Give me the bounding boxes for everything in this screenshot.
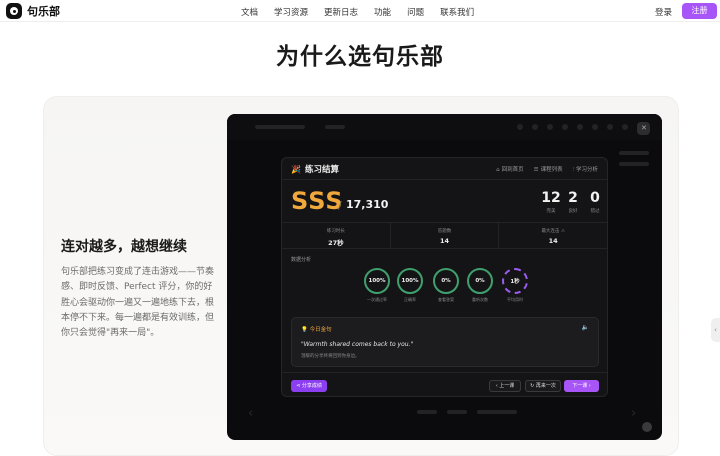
blurred-icon <box>517 124 523 130</box>
ring-label: 查看答案 <box>438 297 454 302</box>
blurred-text <box>619 162 649 166</box>
top-nav: 句乐部 文档 学习资源 更新日志 功能 问题 联系我们 登录 注册 <box>0 0 720 22</box>
ring-accuracy: 100% 正确率 <box>396 268 424 303</box>
chart-icon: ⫶ <box>572 167 574 173</box>
blurred-text <box>325 125 345 129</box>
ring-label: 平均用时 <box>507 297 523 302</box>
ring-value: 1秒 <box>502 268 528 294</box>
page-title: 为什么选句乐部 <box>276 44 444 70</box>
feature-title: 连对越多，越想继续 <box>61 239 187 255</box>
feature-description: 句乐部把练习变成了连击游戏——节奏感、即时反馈、Perfect 评分，你的好胜心… <box>61 267 215 339</box>
home-icon: ⌂ <box>496 167 500 173</box>
close-button[interactable]: ✕ <box>637 122 650 135</box>
blurred-icon <box>547 124 553 130</box>
blurred-text <box>255 125 305 129</box>
blurred-icon <box>607 124 613 130</box>
blurred-text <box>417 410 437 414</box>
stat-value: 14 <box>439 237 450 245</box>
course-list-link[interactable]: ☰ 课程列表 <box>534 165 563 174</box>
nav-item-features[interactable]: 功能 <box>374 6 391 18</box>
share-button[interactable]: ⋖ 分享成绩 <box>291 380 327 392</box>
daily-quote: 💡 今日金句 🔈 "Warmth shared comes back to yo… <box>291 317 599 367</box>
nav-item-changelog[interactable]: 更新日志 <box>324 6 358 18</box>
grade: SSS <box>291 187 344 215</box>
stat-value: 14 <box>548 237 558 245</box>
blurred-icon <box>532 124 538 130</box>
signup-button[interactable]: 注册 <box>682 3 717 19</box>
help-icon[interactable] <box>642 422 652 432</box>
share-label: 分享成绩 <box>301 383 322 389</box>
nav-item-faq[interactable]: 问题 <box>407 6 424 18</box>
modal-title: 🎉 练习结算 <box>291 163 339 176</box>
result-modal: 🎉 练习结算 ⌂ 回到首页 ☰ 课程列表 ⫶ 学习分析 SSS / 17,310 12… <box>281 157 608 397</box>
nav-item-contact[interactable]: 联系我们 <box>440 6 474 18</box>
blurred-icon <box>592 124 598 130</box>
logo-icon <box>6 3 22 19</box>
party-popper-icon: 🎉 <box>291 164 301 174</box>
close-icon: ✕ <box>641 124 647 132</box>
ring-first-pass: 100% 一次通过率 <box>363 268 391 303</box>
home-link-label: 回到首页 <box>501 167 524 173</box>
analysis-label: 学习分析 <box>575 167 598 173</box>
modal-links: ⌂ 回到首页 ☰ 课程列表 ⫶ 学习分析 <box>496 165 598 174</box>
ring-label: 正确率 <box>404 297 416 302</box>
login-link[interactable]: 登录 <box>655 6 672 18</box>
ring-show-answer: 0% 查看答案 <box>432 268 460 303</box>
stat-max-combo: 最大连击 ⚠ 14 <box>499 223 607 248</box>
nav-item-docs[interactable]: 文档 <box>241 6 258 18</box>
blurred-icon <box>622 124 628 130</box>
home-link[interactable]: ⌂ 回到首页 <box>496 165 524 174</box>
stat-label: 最大连击 ⚠ <box>541 229 565 234</box>
ring-avg-time: 1秒 平均用时 <box>501 268 529 303</box>
next-lesson-button[interactable]: 下一课 › <box>564 380 599 392</box>
blurred-topbar: ✕ <box>227 114 662 140</box>
stat-value: 27秒 <box>328 239 344 247</box>
list-icon: ☰ <box>533 167 539 173</box>
chevron-left-icon: ‹ <box>714 326 717 334</box>
nav-menu: 文档 学习资源 更新日志 功能 问题 联系我们 <box>241 6 490 18</box>
blurred-text <box>447 410 467 414</box>
blurred-text <box>477 410 517 414</box>
blurred-icon <box>562 124 568 130</box>
stat-duration: 练习时长 27秒 <box>282 223 391 248</box>
quote-tag-text: 今日金句 <box>309 327 332 333</box>
ring-label: 重听次数 <box>472 297 488 302</box>
blurred-text <box>619 151 649 155</box>
logo[interactable]: 句乐部 <box>6 3 60 19</box>
chevron-right-icon[interactable]: › <box>631 406 636 421</box>
ring-value: 0% <box>467 268 493 294</box>
analysis-link[interactable]: ⫶ 学习分析 <box>573 165 598 174</box>
speaker-icon[interactable]: 🔈 <box>582 324 589 331</box>
ring-label: 一次通过率 <box>367 297 387 302</box>
tally-miss: 0 错过 <box>582 190 607 214</box>
modal-header: 🎉 练习结算 ⌂ 回到首页 ☰ 课程列表 ⫶ 学习分析 <box>282 158 607 180</box>
score-separator: / <box>338 199 342 212</box>
modal-footer: ⋖ 分享成绩 ‹ 上一课 ↻ 再来一次 下一课 › <box>282 372 607 396</box>
side-tab[interactable]: ‹ <box>711 318 720 342</box>
ring-value: 100% <box>397 268 423 294</box>
stat-answered: 答题数 14 <box>391 223 500 248</box>
retry-button[interactable]: ↻ 再来一次 <box>525 380 561 392</box>
chevron-left-icon[interactable]: ‹ <box>248 406 253 421</box>
ring-value: 0% <box>433 268 459 294</box>
prev-lesson-button[interactable]: ‹ 上一课 <box>489 380 521 392</box>
analysis-section-label: 数据分析 <box>291 257 312 263</box>
logo-text: 句乐部 <box>27 5 60 18</box>
nav-item-resources[interactable]: 学习资源 <box>274 6 308 18</box>
quote-english: "Warmth shared comes back to you." <box>301 341 414 348</box>
modal-title-text: 练习结算 <box>304 165 339 175</box>
stats-row: 练习时长 27秒 答题数 14 最大连击 ⚠ 14 <box>282 222 607 249</box>
stat-label: 练习时长 <box>326 229 345 234</box>
blurred-icon <box>577 124 583 130</box>
course-list-label: 课程列表 <box>540 167 563 173</box>
ring-value: 100% <box>364 268 390 294</box>
tally-label: 错过 <box>590 209 600 214</box>
score: 17,310 <box>346 198 389 211</box>
quote-chinese: 温暖的分享终将回到你身边。 <box>301 354 360 359</box>
tally-value: 0 <box>590 190 600 206</box>
quote-tag: 💡 今日金句 <box>301 327 332 333</box>
stat-label: 答题数 <box>437 229 452 234</box>
ring-replays: 0% 重听次数 <box>466 268 494 303</box>
